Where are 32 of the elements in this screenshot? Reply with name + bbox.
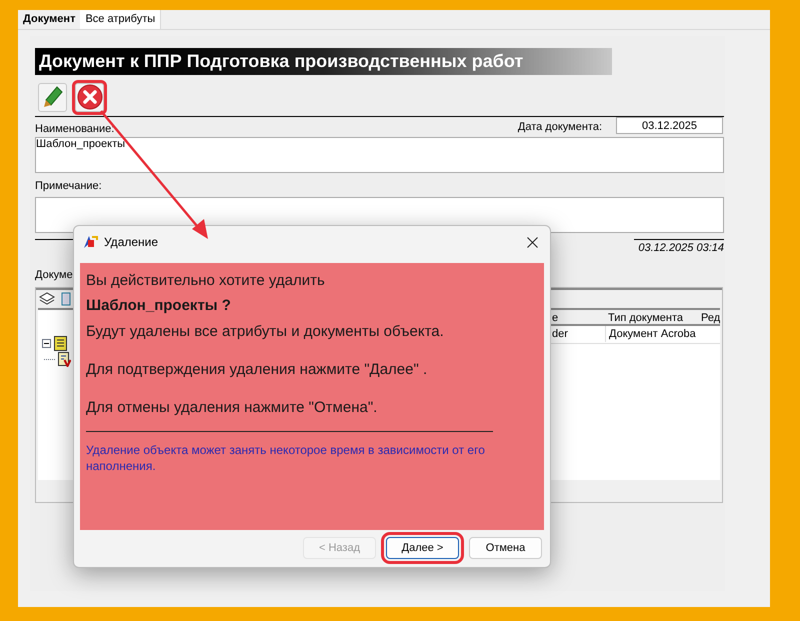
- list-icon: [54, 336, 67, 351]
- table-cell-text: der: [551, 326, 569, 342]
- field-label: Примечание:: [35, 179, 102, 194]
- grid-icon: [61, 292, 71, 306]
- tab[interactable]: Все атрибуты: [80, 10, 162, 29]
- edit-button[interactable]: [38, 82, 67, 112]
- name-field[interactable]: Шаблон_проекты: [35, 137, 724, 173]
- dialog-title: Удаление: [104, 234, 158, 251]
- object-name: Шаблон_проекты ?: [86, 296, 231, 316]
- message-text: Для подтверждения удаления нажмите "Далее" .: [86, 360, 428, 380]
- stack-icon: [39, 292, 55, 306]
- field-label: Наименование:: [35, 122, 114, 136]
- note-text: Удаление объекта может занять некоторое время в зависимости от его наполнения.: [86, 442, 486, 474]
- collapse-icon[interactable]: [42, 339, 51, 348]
- title-bar: Документ к ППР Подготовка производственных работ: [35, 48, 612, 75]
- message-text: Для отмены удаления нажмите "Отмена".: [86, 398, 378, 418]
- pencil-icon: [42, 85, 64, 109]
- timestamp: 03.12.2025 03:14: [634, 238, 724, 256]
- field-label: Дата документа:: [518, 120, 602, 135]
- table-cell: Документ Acroba: [605, 326, 698, 342]
- document-check-icon: [58, 352, 71, 367]
- dialog-button[interactable]: Отмена: [469, 537, 542, 559]
- column-header[interactable]: Тип документа: [605, 310, 698, 324]
- question-text: Вы действительно хотите удалить: [86, 271, 325, 291]
- app-icon: [82, 234, 98, 250]
- message-text: Будут удалены все атрибуты и документы объекта.: [86, 322, 444, 342]
- close-icon: [526, 236, 538, 248]
- close-circle-icon: [76, 84, 102, 110]
- column-header[interactable]: е: [547, 310, 605, 324]
- date-field[interactable]: 03.12.2025: [616, 117, 723, 134]
- section-label: Докуме: [35, 268, 73, 283]
- column-header[interactable]: Ред: [698, 310, 720, 324]
